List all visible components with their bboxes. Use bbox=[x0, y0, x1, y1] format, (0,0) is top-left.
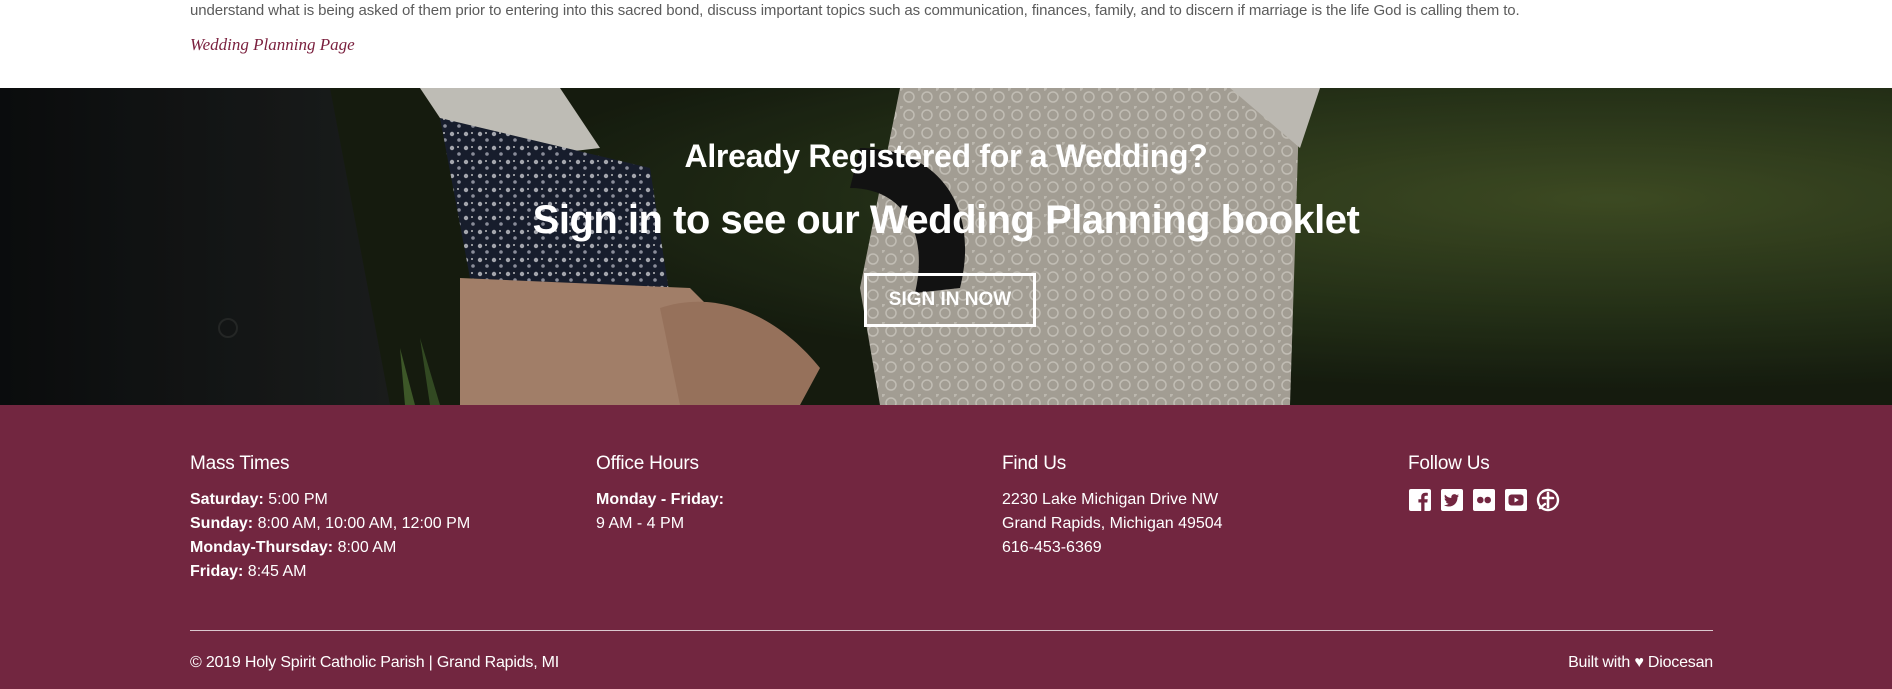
social-links bbox=[1408, 488, 1560, 512]
copyright-text: © 2019 Holy Spirit Catholic Parish | Gra… bbox=[190, 654, 560, 671]
follow-us-heading: Follow Us bbox=[1408, 453, 1490, 474]
flickr-icon[interactable] bbox=[1472, 488, 1496, 512]
mass-time-row: Friday: 8:45 AM bbox=[190, 560, 470, 584]
phone-number[interactable]: 616-453-6369 bbox=[1002, 536, 1223, 560]
address-line-2: Grand Rapids, Michigan 49504 bbox=[1002, 515, 1223, 532]
built-with-credit: Built with ♥ Diocesan bbox=[1568, 654, 1713, 672]
wedding-planning-link[interactable]: Wedding Planning Page bbox=[190, 35, 355, 55]
built-with-prefix: Built with ♥ bbox=[1568, 654, 1648, 671]
mass-time-value: 5:00 PM bbox=[263, 491, 328, 508]
mass-time-row: Monday-Thursday: 8:00 AM bbox=[190, 536, 470, 560]
address-line-1: 2230 Lake Michigan Drive NW bbox=[1002, 491, 1219, 508]
find-us-column: Find Us 2230 Lake Michigan Drive NW Gran… bbox=[1002, 453, 1223, 560]
site-footer: Mass Times Saturday: 5:00 PM Sunday: 8:0… bbox=[0, 405, 1892, 689]
wedding-signin-banner: Already Registered for a Wedding? Sign i… bbox=[0, 88, 1892, 405]
find-us-heading: Find Us bbox=[1002, 453, 1067, 474]
twitter-icon[interactable] bbox=[1440, 488, 1464, 512]
intro-paragraph: understand what is being asked of them p… bbox=[190, 2, 1520, 19]
youtube-icon[interactable] bbox=[1504, 488, 1528, 512]
office-hours-value: 9 AM - 4 PM bbox=[596, 515, 685, 532]
mass-time-value: 8:00 AM bbox=[333, 539, 397, 556]
office-days-label: Monday - Friday: bbox=[596, 491, 725, 508]
mass-day-label: Friday: bbox=[190, 563, 244, 580]
mass-times-heading: Mass Times bbox=[190, 453, 290, 474]
mass-times-column: Mass Times Saturday: 5:00 PM Sunday: 8:0… bbox=[190, 453, 470, 584]
banner-overlay bbox=[0, 88, 1892, 405]
office-hours-heading: Office Hours bbox=[596, 453, 699, 474]
banner-title: Already Registered for a Wedding? bbox=[684, 138, 1208, 174]
intro-section: understand what is being asked of them p… bbox=[0, 0, 1892, 88]
follow-us-column: Follow Us bbox=[1408, 453, 1560, 512]
mass-time-row: Saturday: 5:00 PM bbox=[190, 488, 470, 512]
mass-time-value: 8:45 AM bbox=[243, 563, 307, 580]
mass-day-label: Sunday: bbox=[190, 515, 254, 532]
diocesan-link[interactable]: Diocesan bbox=[1648, 654, 1713, 671]
mass-day-label: Saturday: bbox=[190, 491, 264, 508]
mass-day-label: Monday-Thursday: bbox=[190, 539, 334, 556]
facebook-icon[interactable] bbox=[1408, 488, 1432, 512]
office-hours-column: Office Hours Monday - Friday: 9 AM - 4 P… bbox=[596, 453, 724, 536]
sign-in-now-button[interactable]: SIGN IN NOW bbox=[864, 273, 1036, 327]
mass-time-value: 8:00 AM, 10:00 AM, 12:00 PM bbox=[253, 515, 471, 532]
footer-divider bbox=[190, 630, 1713, 631]
catholic-app-icon[interactable] bbox=[1536, 488, 1560, 512]
mass-time-row: Sunday: 8:00 AM, 10:00 AM, 12:00 PM bbox=[190, 512, 470, 536]
banner-subtitle: Sign in to see our Wedding Planning book… bbox=[532, 198, 1360, 242]
